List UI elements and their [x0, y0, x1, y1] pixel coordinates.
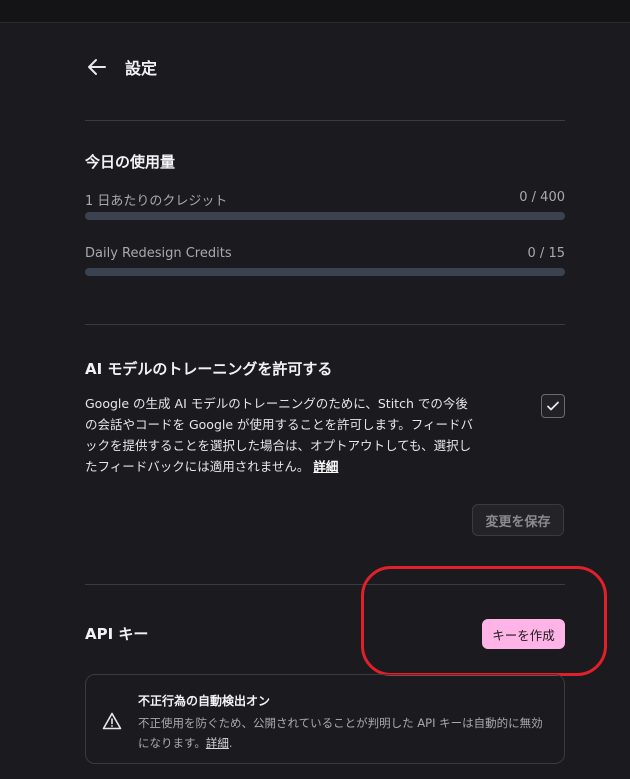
- notice-text: 不正使用を防ぐため、公開されていることが判明した API キーは自動的に無効にな…: [138, 716, 543, 750]
- notice-details-link[interactable]: 詳細: [206, 736, 229, 750]
- daily-credits-progress: [85, 212, 565, 220]
- back-arrow-icon[interactable]: [85, 55, 109, 79]
- divider: [85, 324, 565, 325]
- daily-credits-row: 1 日あたりのクレジット 0 / 400: [85, 190, 565, 209]
- redesign-credits-label: Daily Redesign Credits: [85, 246, 232, 261]
- api-key-title: API キー: [85, 625, 149, 643]
- page-title: 設定: [125, 59, 158, 78]
- redesign-credits-value: 0 / 15: [527, 246, 565, 261]
- top-bar: [0, 0, 630, 23]
- notice-title: 不正行為の自動検出オン: [138, 694, 271, 708]
- ai-training-details-link[interactable]: 詳細: [313, 459, 338, 474]
- abuse-detection-notice: 不正行為の自動検出オン 不正使用を防ぐため、公開されていることが判明した API…: [85, 674, 565, 764]
- redesign-credits-progress: [85, 268, 565, 276]
- divider: [85, 584, 565, 585]
- usage-section-title: 今日の使用量: [85, 153, 176, 171]
- ai-training-description: Google の生成 AI モデルのトレーニングのために、Stitch での今後…: [85, 393, 477, 477]
- settings-header: 設定: [85, 55, 157, 79]
- ai-training-checkbox[interactable]: [541, 394, 565, 418]
- check-icon: [547, 401, 559, 411]
- ai-training-title: AI モデルのトレーニングを許可する: [85, 360, 333, 378]
- warning-icon: [102, 712, 122, 730]
- notice-description: 不正使用を防ぐため、公開されていることが判明した API キーは自動的に無効にな…: [138, 716, 543, 750]
- daily-credits-label: 1 日あたりのクレジット: [85, 194, 228, 209]
- divider: [85, 120, 565, 121]
- ai-training-text: Google の生成 AI モデルのトレーニングのために、Stitch での今後…: [85, 396, 474, 474]
- daily-credits-value: 0 / 400: [519, 190, 565, 205]
- redesign-credits-row: Daily Redesign Credits 0 / 15: [85, 246, 565, 261]
- save-changes-button[interactable]: 変更を保存: [472, 504, 564, 536]
- create-key-button[interactable]: キーを作成: [482, 619, 565, 649]
